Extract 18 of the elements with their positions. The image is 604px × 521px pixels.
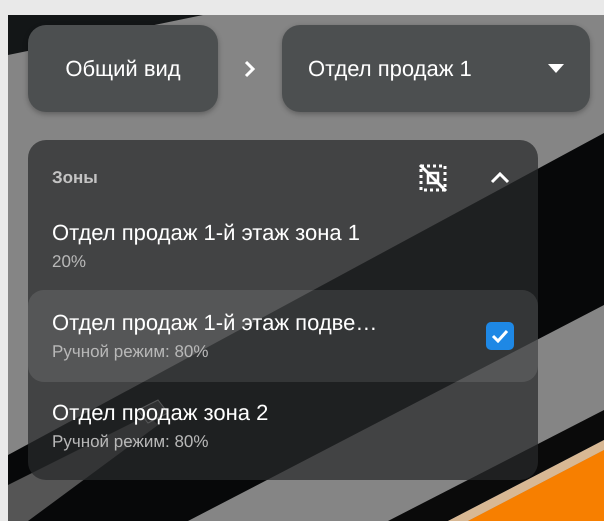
- zone-item[interactable]: Отдел продаж 1-й этаж подве… Ручной режим: 80%: [28, 290, 538, 382]
- chevron-right-icon: [244, 60, 256, 78]
- zone-name: Отдел продаж зона 2: [52, 400, 270, 426]
- department-dropdown[interactable]: Отдел продаж 1: [282, 25, 590, 112]
- zones-title: Зоны: [52, 168, 99, 188]
- zone-detail: Ручной режим: 80%: [52, 432, 210, 452]
- zone-item[interactable]: Отдел продаж зона 2 Ручной режим: 80%: [28, 386, 538, 466]
- chevron-icon: [490, 172, 510, 184]
- zone-name: Отдел продаж 1-й этаж подве…: [52, 310, 378, 336]
- check-icon: [491, 329, 509, 343]
- zone-detail: Ручной режим: 80%: [52, 342, 210, 362]
- caret-icon: [548, 64, 564, 73]
- deselect-icon: [418, 163, 448, 193]
- zone-name: Отдел продаж 1-й этаж зона 1: [52, 220, 361, 246]
- overview-button[interactable]: Общий вид: [28, 25, 218, 112]
- zone-detail: 20%: [52, 252, 88, 272]
- checkbox[interactable]: [486, 322, 514, 350]
- zone-item[interactable]: Отдел продаж 1-й этаж зона 1 20%: [28, 206, 538, 286]
